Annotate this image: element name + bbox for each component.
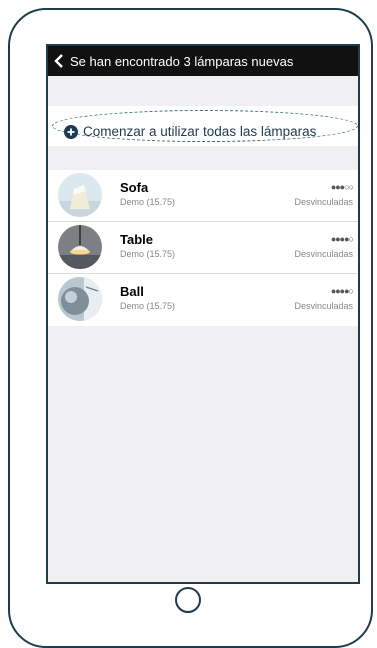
start-all-label: Comenzar a utilizar todas las lámparas — [83, 124, 317, 139]
lamp-status: Desvinculadas — [294, 301, 353, 311]
signal-dots: ●●●●○ — [330, 286, 354, 296]
lamp-name: Sofa — [120, 180, 149, 195]
home-button[interactable] — [175, 587, 201, 613]
lamp-status: Desvinculadas — [294, 197, 353, 207]
list-item[interactable]: Ball Demo (15.75) ●●●●○ Desvinculadas — [48, 274, 358, 326]
sofa-lamp-thumbnail — [58, 173, 102, 217]
lamp-subtitle: Demo (15.75) — [120, 249, 176, 259]
app-screen: Se han encontrado 3 lámparas nuevas Come… — [46, 44, 360, 584]
lamp-subtitle: Demo (15.75) — [120, 197, 176, 207]
plus-circle-icon — [64, 124, 78, 139]
lamp-name: Ball — [120, 284, 144, 299]
start-all-row: Comenzar a utilizar todas las lámparas — [48, 106, 358, 146]
nav-bar: Se han encontrado 3 lámparas nuevas — [48, 46, 358, 76]
ball-lamp-thumbnail — [58, 277, 102, 321]
list-item[interactable]: Sofa Demo (15.75) ●●●○○ Desvinculadas — [48, 170, 358, 222]
signal-dots: ●●●○○ — [330, 182, 354, 192]
signal-dots: ●●●●○ — [330, 234, 354, 244]
lamp-list: Sofa Demo (15.75) ●●●○○ Desvinculadas Ta… — [48, 170, 358, 326]
list-item[interactable]: Table Demo (15.75) ●●●●○ Desvinculadas — [48, 222, 358, 274]
table-lamp-thumbnail — [58, 225, 102, 269]
page-title: Se han encontrado 3 lámparas nuevas — [70, 53, 294, 69]
chevron-left-icon[interactable] — [48, 46, 70, 76]
start-all-button[interactable]: Comenzar a utilizar todas las lámparas — [52, 110, 358, 142]
lamp-name: Table — [120, 232, 153, 247]
lamp-subtitle: Demo (15.75) — [120, 301, 176, 311]
lamp-status: Desvinculadas — [294, 249, 353, 259]
